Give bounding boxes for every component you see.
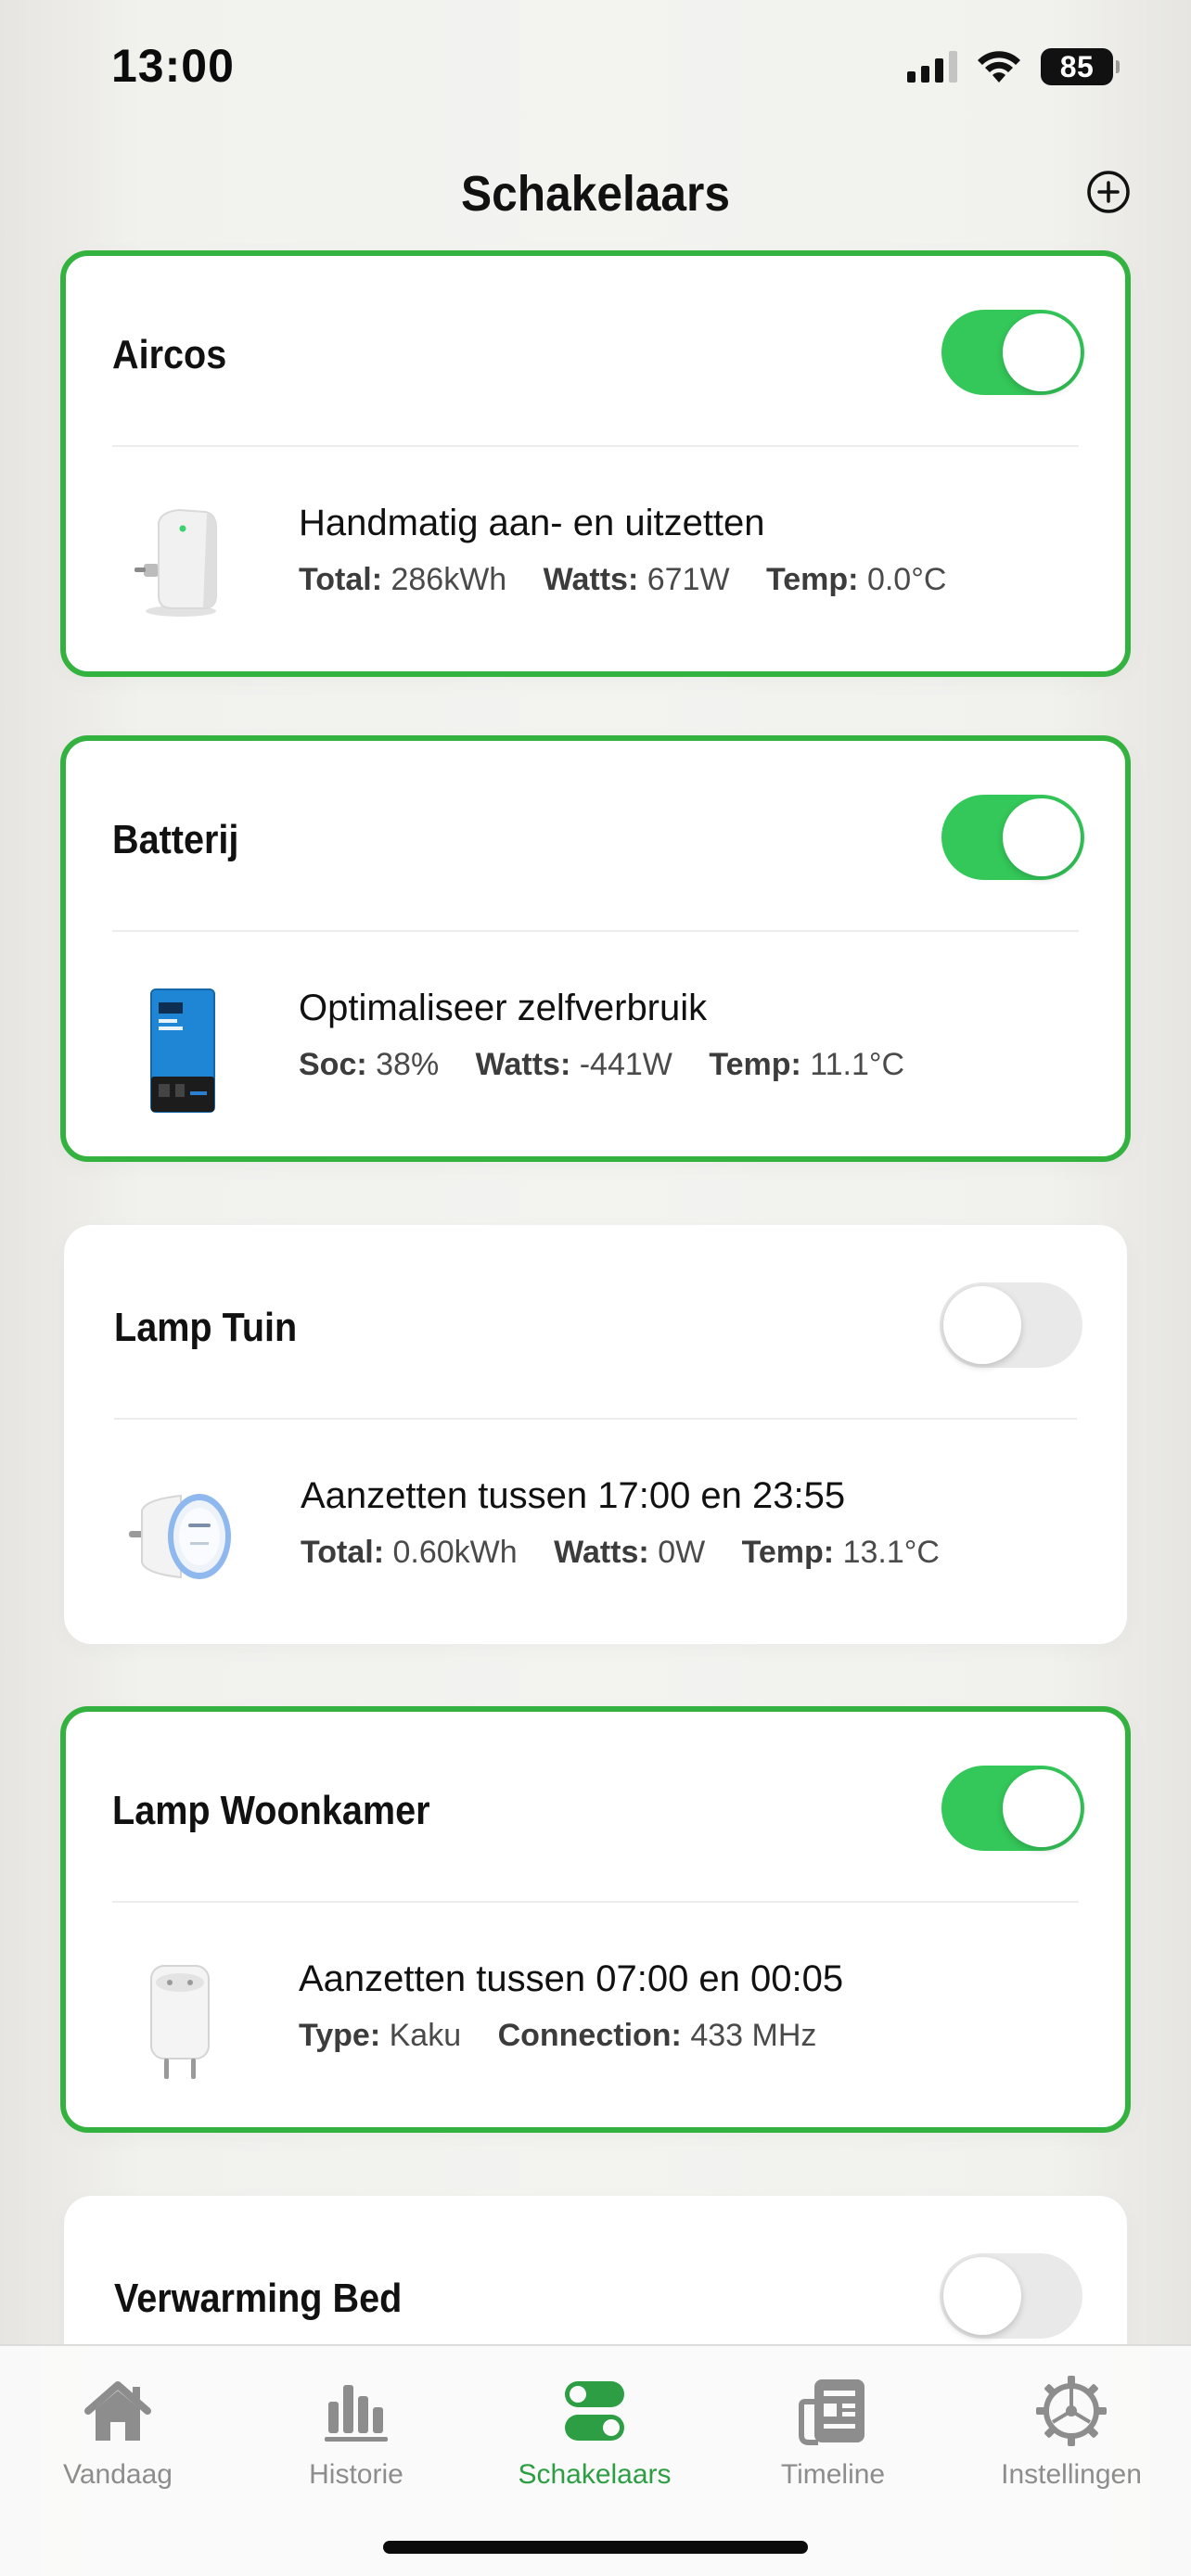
card-header: Lamp Tuin (114, 1282, 1082, 1368)
newspaper-icon (799, 2379, 864, 2445)
smart-plug-image (134, 508, 217, 617)
card-title: Lamp Woonkamer (112, 1788, 430, 1833)
bar-chart-icon (325, 2385, 388, 2442)
card-title: Aircos (112, 332, 227, 377)
stat-connection: Connection: 433 MHz (497, 2018, 817, 2053)
tab-vandaag[interactable]: Vandaag (16, 2361, 220, 2509)
kaku-plug-image (150, 1965, 210, 2079)
tab-timeline[interactable]: Timeline (731, 2361, 935, 2509)
stat-watts: Watts: -441W (475, 1047, 672, 1082)
divider (112, 445, 1079, 447)
toggle-switch[interactable] (940, 2253, 1082, 2339)
switches-icon (565, 2381, 624, 2441)
card-header: Lamp Woonkamer (112, 1766, 1084, 1851)
card-header: Batterij (112, 795, 1084, 880)
stat-total: Total: 286kWh (299, 562, 507, 597)
toggle-switch[interactable] (940, 1282, 1082, 1368)
battery-inverter-image (150, 988, 215, 1113)
stat-watts: Watts: 0W (554, 1535, 706, 1570)
switch-card-lamp-woonkamer[interactable]: Lamp Woonkamer Aanzetten tussen 07:00 en… (60, 1706, 1131, 2133)
card-title: Lamp Tuin (114, 1305, 298, 1350)
divider (112, 930, 1079, 932)
tab-schakelaars[interactable]: Schakelaars (493, 2361, 697, 2509)
card-description: Aanzetten tussen 07:00 en 00:05 (299, 1958, 844, 1999)
card-title: Verwarming Bed (114, 2276, 403, 2321)
tab-label: Schakelaars (518, 2459, 672, 2490)
divider (112, 1901, 1079, 1903)
card-stats: Total: 286kWh Watts: 671W Temp: 0.0°C (299, 562, 974, 598)
switch-card-lamp-tuin[interactable]: Lamp Tuin Aanzetten tussen 17:00 en 23:5… (64, 1225, 1127, 1644)
card-stats: Soc: 38% Watts: -441W Temp: 11.1°C (299, 1047, 932, 1083)
shelly-plug-image (129, 1494, 231, 1579)
card-stats: Type: Kaku Connection: 433 MHz (299, 2018, 844, 2054)
stat-temp: Temp: 0.0°C (766, 562, 947, 597)
card-description: Aanzetten tussen 17:00 en 23:55 (301, 1475, 846, 1516)
house-icon (84, 2381, 151, 2441)
card-description: Handmatig aan- en uitzetten (299, 503, 765, 543)
stat-type: Type: Kaku (299, 2018, 462, 2053)
divider (114, 1418, 1077, 1420)
tab-label: Historie (309, 2459, 403, 2490)
tab-label: Instellingen (1001, 2459, 1142, 2490)
card-title: Batterij (112, 817, 239, 862)
stat-total: Total: 0.60kWh (301, 1535, 518, 1570)
home-indicator[interactable] (383, 2541, 808, 2554)
card-header: Aircos (112, 310, 1084, 395)
tab-label: Timeline (780, 2459, 886, 2490)
gear-icon (1036, 2376, 1107, 2446)
switch-list: Aircos Handmatig aan- en uitzetten Total… (0, 0, 1191, 2344)
stat-temp: Temp: 11.1°C (709, 1047, 905, 1082)
tab-historie[interactable]: Historie (254, 2361, 458, 2509)
tab-label: Vandaag (63, 2459, 173, 2490)
card-description: Optimaliseer zelfverbruik (299, 988, 708, 1028)
card-stats: Total: 0.60kWh Watts: 0W Temp: 13.1°C (301, 1535, 967, 1571)
stat-watts: Watts: 671W (543, 562, 730, 597)
toggle-switch[interactable] (941, 1766, 1084, 1851)
stat-temp: Temp: 13.1°C (741, 1535, 940, 1570)
switch-card-verwarming-bed[interactable]: Verwarming Bed (64, 2196, 1127, 2344)
stat-soc: Soc: 38% (299, 1047, 440, 1082)
switch-card-batterij[interactable]: Batterij Optimaliseer zelfverbruik Soc: … (60, 735, 1131, 1162)
switch-card-aircos[interactable]: Aircos Handmatig aan- en uitzetten Total… (60, 250, 1131, 677)
card-header: Verwarming Bed (114, 2253, 1082, 2339)
toggle-switch[interactable] (941, 795, 1084, 880)
toggle-switch[interactable] (941, 310, 1084, 395)
tab-instellingen[interactable]: Instellingen (969, 2361, 1173, 2509)
